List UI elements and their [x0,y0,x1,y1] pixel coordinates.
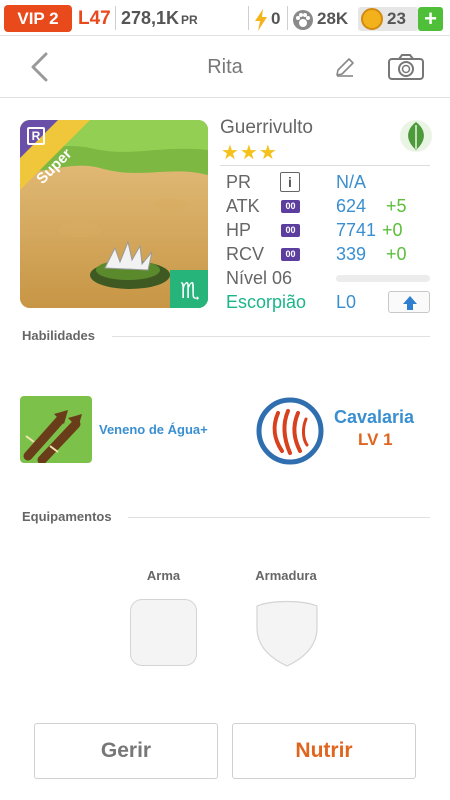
gold-amount: 278,1K PR [121,5,198,34]
manage-button[interactable]: Gerir [34,723,218,779]
skill-name[interactable]: Cavalaria [334,407,414,428]
arrow-up-icon [403,296,417,310]
pencil-icon[interactable] [334,56,356,78]
stat-row-rcv: RCV 00 339 +0 [226,242,436,266]
stat-badge: 00 [281,248,300,261]
lightning-icon [255,8,267,31]
claw-skill-icon[interactable] [256,397,324,465]
skill-name[interactable]: Veneno de Água+ [99,422,208,437]
pet-portrait[interactable]: ♏ R Super [20,120,208,308]
divider [287,6,288,30]
divider [112,336,430,337]
svg-text:♏: ♏ [180,279,200,304]
stat-row-pr: PR i N/A [226,170,436,194]
paw-value: 28K [317,9,349,28]
energy-counter[interactable]: 0 [254,5,280,32]
armor-label: Armadura [255,568,317,583]
armor-slot[interactable] [254,598,320,668]
stat-row-atk: ATK 00 624 +5 [226,194,436,218]
zodiac-row: Escorpião L0 [226,290,436,314]
star-rating: ★★★ [221,142,278,164]
vip-badge[interactable]: VIP 2 [4,5,72,32]
paw-counter[interactable]: 28K [292,5,348,32]
page-header: Rita [0,36,450,98]
info-icon[interactable]: i [280,172,300,192]
equipment-section-title: Equipamentos [22,509,112,524]
level-row: Nível 06 [226,266,436,290]
player-level: L47 [78,8,111,29]
zodiac-level: L0 [336,292,357,312]
feed-button[interactable]: Nutrir [232,723,416,779]
coin-counter[interactable]: 23 [358,7,418,31]
stat-label: PR [226,172,252,192]
stats-panel: PR i N/A ATK 00 624 +5 HP 00 7741 +0 RCV… [226,170,436,314]
gold-unit: PR [181,13,198,27]
skill-level: LV 1 [358,430,393,449]
coin-icon [361,8,383,30]
page-title: Rita [207,56,243,78]
weapon-slot[interactable] [130,599,197,666]
stat-value: 7741 [336,220,377,240]
stat-row-hp: HP 00 7741 +0 [226,218,436,242]
stat-label: RCV [226,244,265,264]
pet-illustration: ♏ [20,120,208,308]
divider [115,6,116,30]
divider [248,6,249,30]
zodiac-upgrade-button[interactable] [388,291,430,313]
paw-icon [293,9,313,30]
weapon-label: Arma [146,568,181,583]
stat-bonus: +5 [386,196,407,216]
stat-label: ATK [226,196,260,216]
stat-badge: 00 [281,200,300,213]
level-progress-bar [336,275,430,282]
level-label: Nível 06 [226,268,293,288]
add-coins-button[interactable]: + [418,7,443,31]
divider [220,165,430,166]
energy-value: 0 [271,9,281,28]
camera-icon[interactable] [387,53,425,81]
stat-badge: 00 [281,224,300,237]
stat-bonus: +0 [382,220,403,240]
status-bar: VIP 2 L47 278,1K PR 0 28K 23 + [0,0,450,36]
stat-bonus: +0 [386,244,407,264]
skill-poison-icon[interactable] [20,396,92,463]
coin-value: 23 [387,9,406,28]
stat-value: 624 [336,196,367,216]
skills-section-title: Habilidades [22,328,95,343]
rarity-badge: R [27,127,45,145]
divider [128,517,430,518]
zodiac-label: Escorpião [226,292,307,312]
leaf-element-icon [400,120,432,152]
stat-label: HP [226,220,252,240]
stat-value: 339 [336,244,367,264]
gold-value: 278,1K [121,8,180,28]
stat-value: N/A [336,172,367,192]
pet-species-name: Guerrivulto [220,117,313,138]
